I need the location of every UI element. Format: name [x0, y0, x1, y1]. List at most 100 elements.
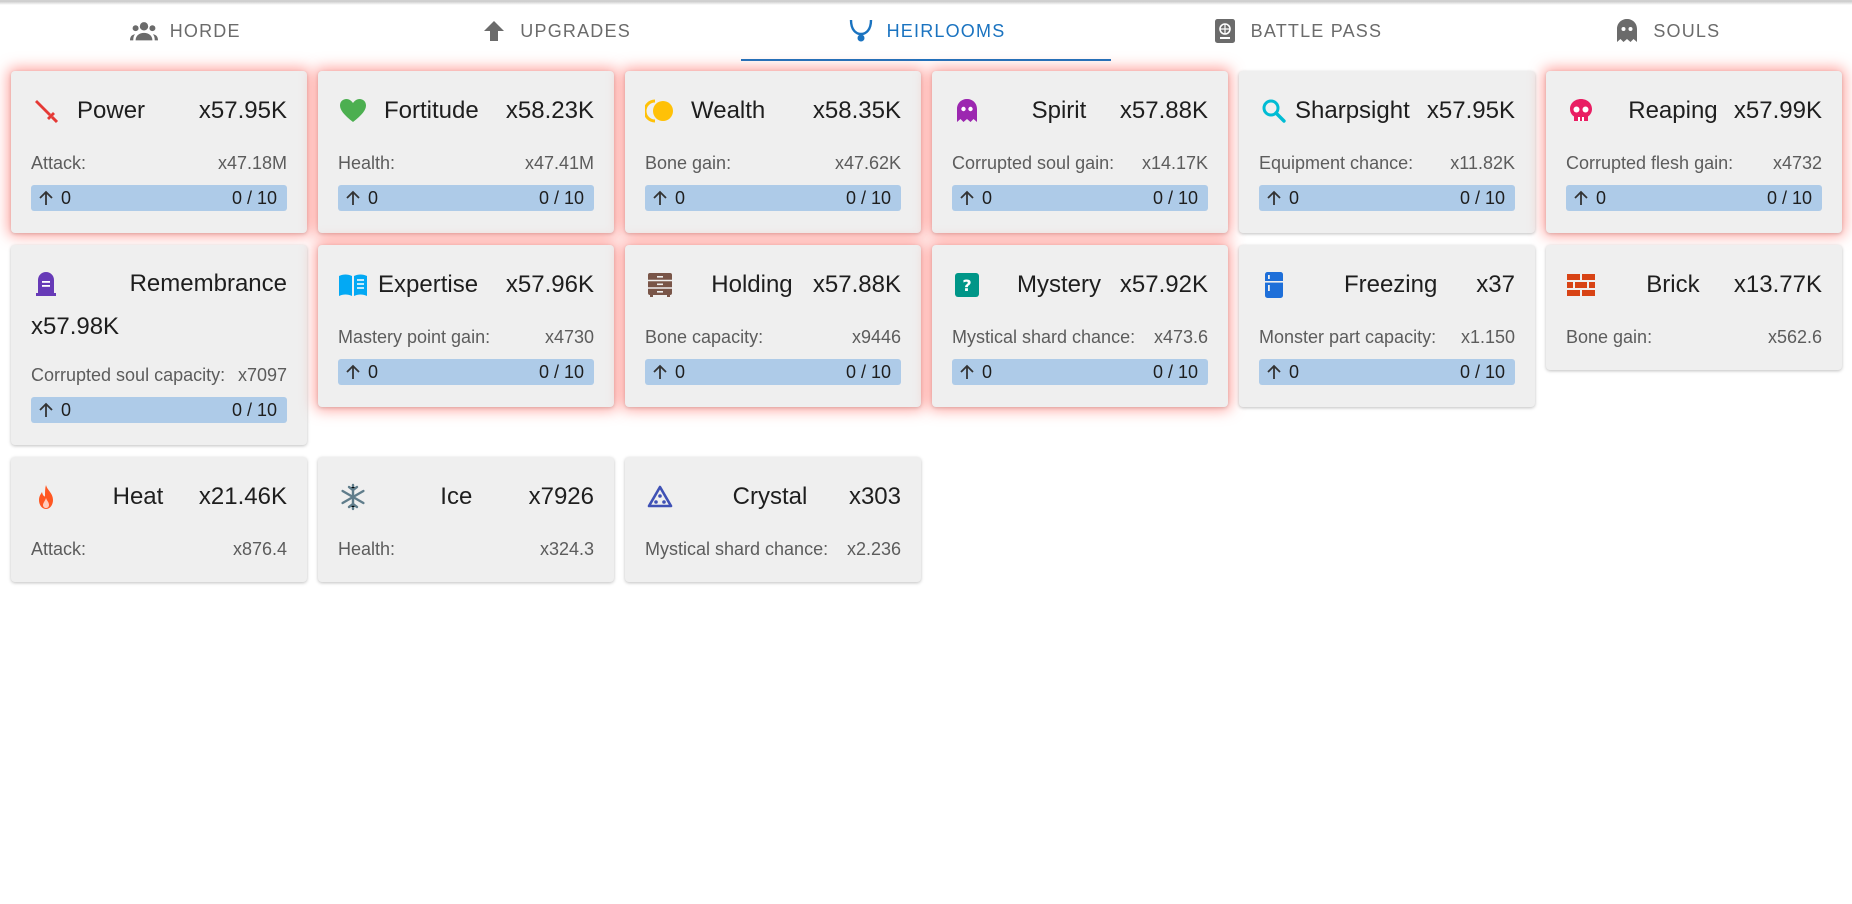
heirloom-multiplier: x58.35K [812, 97, 901, 124]
tab-upgrades-label: UPGRADES [520, 20, 631, 41]
heirloom-card-mystery[interactable]: ? Mystery x57.92K Mystical shard chance:… [932, 245, 1228, 407]
arrow-up-icon [651, 363, 669, 381]
tab-heirlooms-label: HEIRLOOMS [886, 20, 1006, 41]
effect-value: x473.6 [1153, 326, 1208, 347]
level-value: 0 [982, 361, 993, 382]
arrow-up-icon [1265, 363, 1283, 381]
level-count: 0 / 10 [1766, 187, 1812, 208]
tab-souls-label: SOULS [1653, 20, 1721, 41]
crystal-icon [645, 482, 675, 512]
effect-value: x4730 [544, 326, 594, 347]
effect-label: Mastery point gain: [338, 326, 491, 347]
level-count: 0 / 10 [845, 187, 891, 208]
heirloom-card-brick[interactable]: Brick x13.77K Bone gain: x562.6 [1546, 245, 1842, 370]
heirloom-multiplier: x57.88K [812, 271, 901, 298]
heirloom-multiplier: x57.88K [1119, 97, 1208, 124]
level-up-bar[interactable]: 0 0 / 10 [645, 359, 901, 385]
level-count: 0 / 10 [845, 361, 891, 382]
heirloom-effect: Mystical shard chance: x473.6 [952, 325, 1208, 349]
heirloom-card-ice[interactable]: Ice x7926 Health: x324.3 [318, 457, 614, 582]
arrow-up-icon [344, 189, 362, 207]
fire-icon [31, 482, 61, 512]
arrow-up-icon [958, 189, 976, 207]
tab-horde[interactable]: HORDE [0, 1, 370, 61]
level-value: 0 [368, 187, 379, 208]
heirloom-card-crystal[interactable]: Crystal x303 Mystical shard chance: x2.2… [625, 457, 921, 582]
level-value: 0 [61, 187, 72, 208]
effect-value: x9446 [851, 326, 901, 347]
level-up-bar[interactable]: 0 0 / 10 [952, 185, 1208, 211]
tab-battle-pass[interactable]: BATTLE PASS [1111, 1, 1481, 61]
effect-value: x47.41M [524, 152, 594, 173]
level-count: 0 / 10 [538, 361, 584, 382]
heirloom-card-wealth[interactable]: Wealth x58.35K Bone gain: x47.62K 0 0 / … [625, 71, 921, 233]
heirloom-multiplier: x57.98K [31, 313, 120, 340]
level-up-bar[interactable]: 0 0 / 10 [31, 185, 287, 211]
effect-label: Health: [338, 152, 396, 173]
tab-heirlooms[interactable]: HEIRLOOMS [740, 1, 1112, 61]
tab-souls[interactable]: SOULS [1482, 1, 1852, 61]
heirloom-card-holding[interactable]: Holding x57.88K Bone capacity: x9446 0 0… [625, 245, 921, 407]
heirloom-card-fortitude[interactable]: Fortitude x58.23K Health: x47.41M 0 0 / … [318, 71, 614, 233]
heirloom-name: Expertise [378, 271, 479, 298]
level-count: 0 / 10 [231, 187, 277, 208]
heirloom-multiplier: x58.23K [505, 97, 594, 124]
level-up-bar[interactable]: 0 0 / 10 [1259, 185, 1515, 211]
snowflake-icon [338, 482, 368, 512]
level-up-bar[interactable]: 0 0 / 10 [31, 397, 287, 423]
tab-battle-pass-label: BATTLE PASS [1250, 20, 1383, 41]
level-up-bar[interactable]: 0 0 / 10 [952, 359, 1208, 385]
effect-value: x4732 [1772, 152, 1822, 173]
effect-value: x7097 [237, 364, 287, 385]
heirloom-name: Remembrance [129, 270, 287, 297]
heirloom-effect: Mystical shard chance: x2.236 [645, 537, 901, 561]
level-count: 0 / 10 [231, 399, 277, 420]
arrow-up-icon [1572, 189, 1590, 207]
tab-bar: HORDE UPGRADES HEIRLOOMS BATTLE PASS SOU… [0, 1, 1852, 61]
heirloom-multiplier: x303 [848, 483, 901, 510]
level-up-bar[interactable]: 0 0 / 10 [1566, 185, 1822, 211]
sword-icon [31, 96, 61, 126]
level-up-bar[interactable]: 0 0 / 10 [338, 185, 594, 211]
level-count: 0 / 10 [1152, 187, 1198, 208]
group-icon [129, 17, 158, 45]
necklace-icon [847, 17, 875, 45]
heart-icon [338, 96, 368, 126]
effect-value: x1.150 [1460, 326, 1515, 347]
effect-value: x47.62K [834, 152, 901, 173]
heirloom-card-freezing[interactable]: Freezing x37 Monster part capacity: x1.1… [1239, 245, 1535, 407]
heirloom-card-heat[interactable]: Heat x21.46K Attack: x876.4 [11, 457, 307, 582]
effect-value: x324.3 [539, 538, 594, 559]
arrow-up-icon [344, 363, 362, 381]
level-up-bar[interactable]: 0 0 / 10 [338, 359, 594, 385]
heirloom-effect: Bone gain: x47.62K [645, 151, 901, 175]
arrow-up-icon [37, 401, 55, 419]
heirloom-card-sharpsight[interactable]: Sharpsight x57.95K Equipment chance: x11… [1239, 71, 1535, 233]
heirloom-card-spirit[interactable]: Spirit x57.88K Corrupted soul gain: x14.… [932, 71, 1228, 233]
heirloom-name: Freezing [1343, 271, 1438, 298]
heirloom-card-remembrance[interactable]: Remembrance x57.98K Corrupted soul capac… [11, 245, 307, 445]
level-up-bar[interactable]: 0 0 / 10 [1259, 359, 1515, 385]
arrow-up-icon [651, 189, 669, 207]
heirloom-multiplier: x57.99K [1733, 97, 1822, 124]
arrow-up-icon [37, 189, 55, 207]
effect-value: x562.6 [1767, 326, 1822, 347]
question-box-icon: ? [952, 270, 982, 300]
heirloom-multiplier: x57.92K [1119, 271, 1208, 298]
level-value: 0 [1289, 187, 1300, 208]
heirloom-effect: Health: x47.41M [338, 151, 594, 175]
effect-value: x2.236 [846, 538, 901, 559]
effect-label: Mystical shard chance: [952, 326, 1136, 347]
heirloom-card-expertise[interactable]: Expertise x57.96K Mastery point gain: x4… [318, 245, 614, 407]
level-up-bar[interactable]: 0 0 / 10 [645, 185, 901, 211]
level-value: 0 [368, 361, 379, 382]
heirloom-name: Brick [1646, 271, 1700, 298]
effect-label: Mystical shard chance: [645, 538, 829, 559]
heirloom-card-reaping[interactable]: Reaping x57.99K Corrupted flesh gain: x4… [1546, 71, 1842, 233]
heirloom-multiplier: x21.46K [198, 483, 287, 510]
arrow-up-icon [1265, 189, 1283, 207]
skull-icon [1566, 96, 1596, 126]
heirloom-card-power[interactable]: Power x57.95K Attack: x47.18M 0 0 / 10 [11, 71, 307, 233]
tab-upgrades[interactable]: UPGRADES [370, 1, 740, 61]
effect-label: Attack: [31, 538, 87, 559]
